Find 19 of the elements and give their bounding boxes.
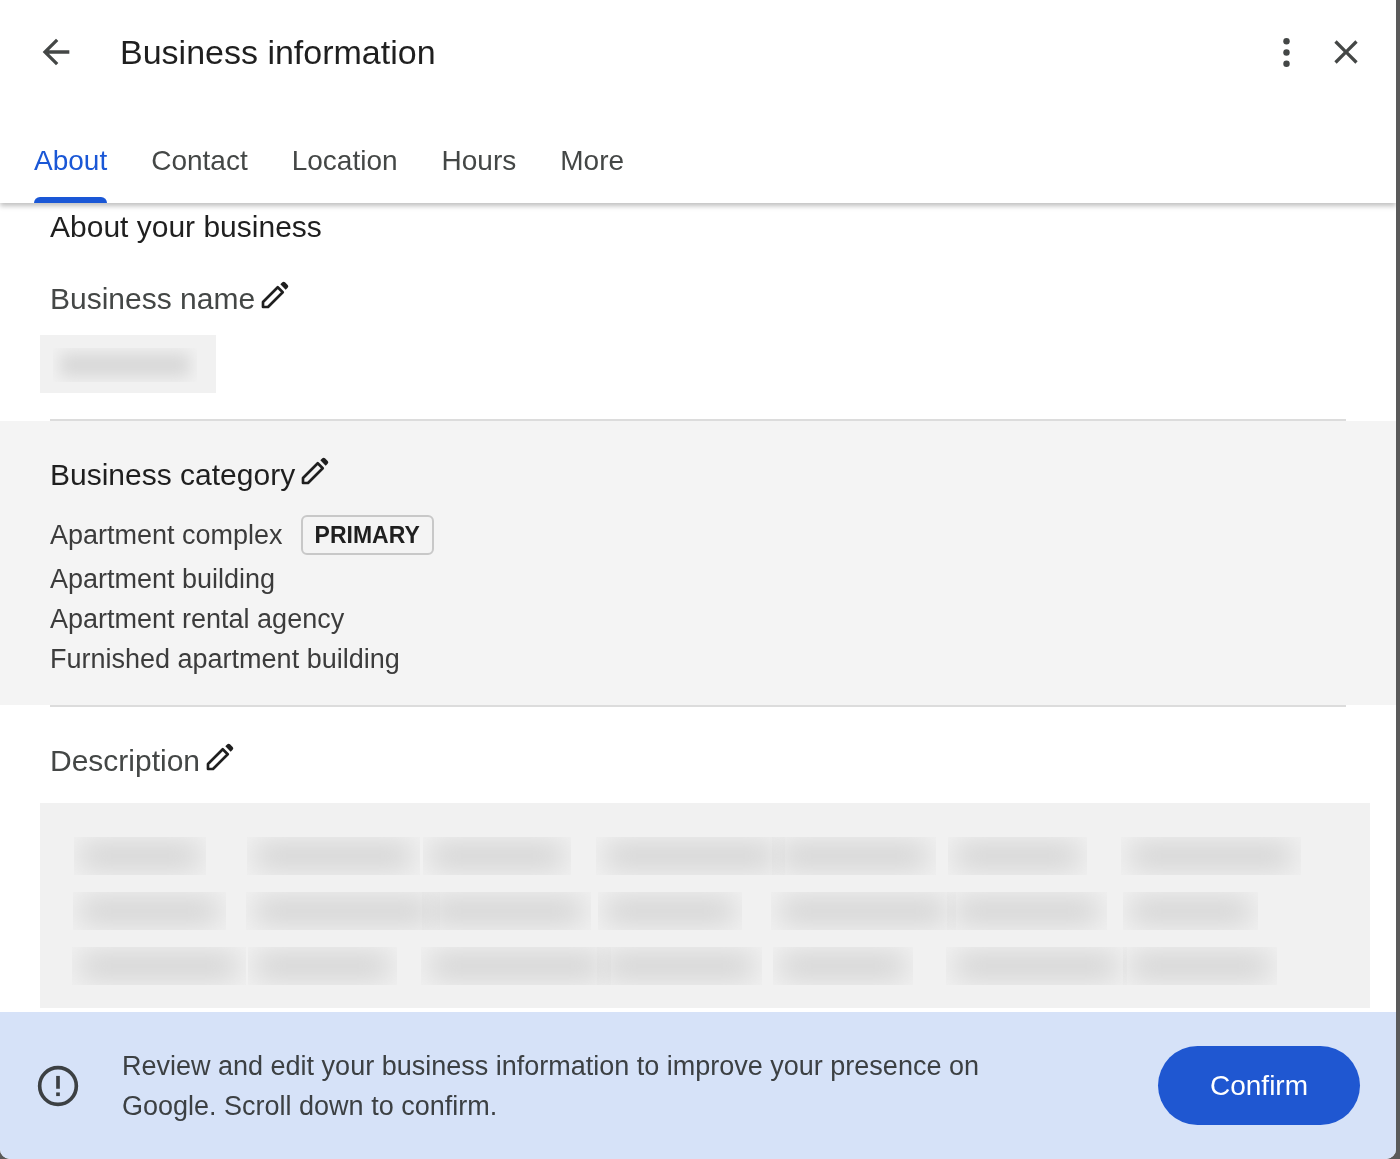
field-label: Business name: [50, 280, 256, 317]
field-label: Description: [50, 742, 201, 779]
menu-icon: [1283, 37, 1290, 67]
tab[interactable]: More: [548, 104, 657, 203]
category-text: Apartment building: [50, 563, 276, 596]
category-text: Apartment complex: [50, 519, 283, 552]
primary-tag: PRIMARY: [300, 515, 434, 555]
section-heading: About your business: [49, 209, 323, 245]
tab[interactable]: Hours: [429, 104, 549, 203]
confirm-button[interactable]: Confirm: [1158, 1046, 1360, 1125]
info-icon: [36, 1063, 80, 1108]
banner-message: Review and edit your business information to improve your presence on Google. Scroll down to confirm.: [122, 1049, 980, 1123]
category-text: Furnished apartment building: [50, 643, 400, 676]
category-text: Apartment rental agency: [50, 603, 345, 636]
tab[interactable]: About: [22, 104, 140, 203]
tab[interactable]: Contact: [139, 104, 280, 203]
tab[interactable]: Location: [279, 104, 430, 203]
field-label: Business category: [50, 456, 296, 493]
dialog-title: Business information: [120, 31, 436, 73]
